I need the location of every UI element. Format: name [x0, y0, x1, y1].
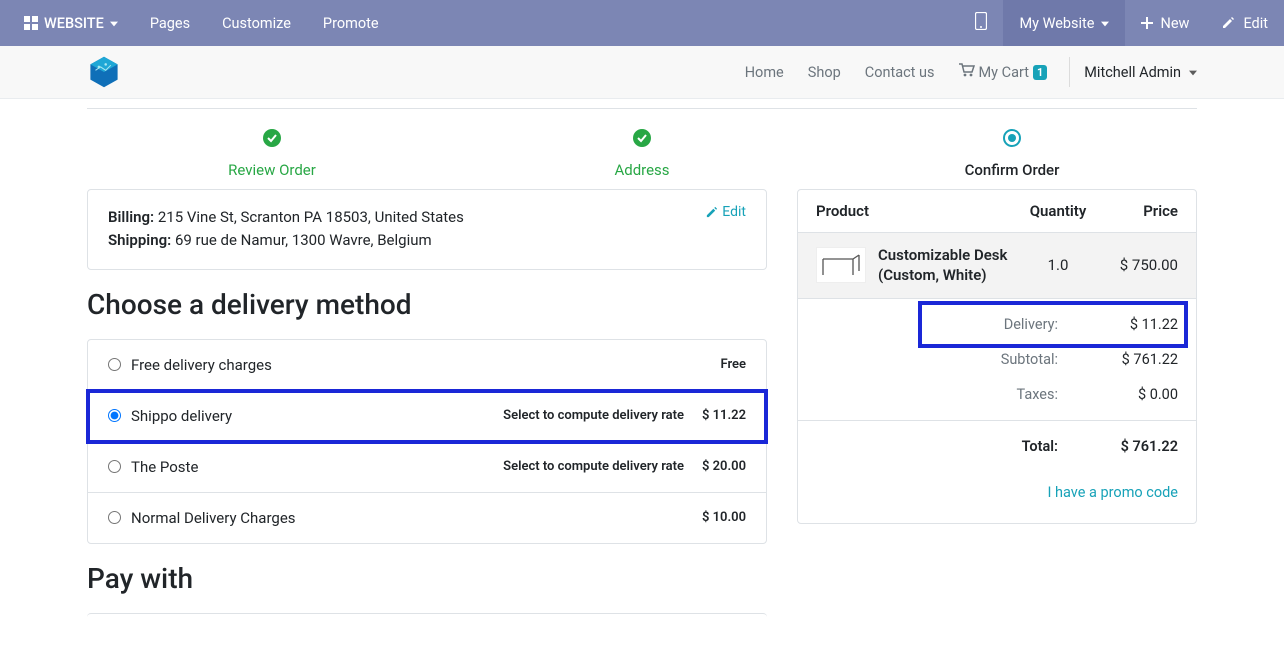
nav-shop[interactable]: Shop	[796, 56, 853, 89]
delivery-radio[interactable]	[108, 511, 121, 524]
customize-menu[interactable]: Customize	[206, 0, 307, 46]
cart-label: My Cart	[979, 64, 1029, 81]
grid-icon	[24, 16, 38, 30]
pages-menu[interactable]: Pages	[134, 0, 206, 46]
plus-icon	[1141, 17, 1153, 29]
delivery-radio[interactable]	[108, 460, 121, 473]
divider	[1069, 57, 1070, 87]
pay-with-title: Pay with	[87, 562, 767, 595]
checkout-wizard: Review Order Address Confirm Order	[87, 99, 1197, 189]
order-summary: Product Quantity Price Customizable Desk…	[797, 189, 1197, 524]
summary-line-item: Customizable Desk (Custom, White) 1.0 $ …	[798, 233, 1196, 299]
wizard-step-address[interactable]: Address	[457, 129, 827, 179]
pencil-icon	[1221, 16, 1235, 30]
delivery-option-shippo[interactable]: Shippo delivery Select to compute delive…	[88, 391, 766, 442]
product-thumbnail	[816, 247, 866, 283]
pencil-icon	[705, 206, 718, 219]
edit-address-link[interactable]: Edit	[705, 204, 746, 220]
user-name: Mitchell Admin	[1084, 64, 1181, 81]
delivery-radio[interactable]	[108, 409, 121, 422]
product-name: Customizable Desk (Custom, White)	[878, 245, 1018, 286]
nav-contact[interactable]: Contact us	[853, 56, 947, 89]
cart-badge: 1	[1033, 65, 1047, 80]
delivery-option-poste[interactable]: The Poste Select to compute delivery rat…	[88, 442, 766, 493]
pay-card-partial	[87, 613, 767, 617]
website-menu-label: WEBSITE	[44, 15, 104, 32]
wizard-step-confirm: Confirm Order	[827, 129, 1197, 179]
caret-down-icon	[110, 15, 118, 32]
address-card: Billing: 215 Vine St, Scranton PA 18503,…	[87, 189, 767, 270]
shipping-label: Shipping:	[108, 231, 171, 249]
shipping-value: 69 rue de Namur, 1300 Wavre, Belgium	[175, 231, 432, 249]
website-menu[interactable]: WEBSITE	[8, 0, 134, 46]
current-step-icon	[1003, 129, 1021, 147]
summary-total-row: Total: $ 761.22	[928, 429, 1178, 464]
delivery-methods: Free delivery charges Free Shippo delive…	[87, 339, 767, 544]
mobile-icon	[975, 12, 987, 34]
delivery-title: Choose a delivery method	[87, 288, 767, 321]
mobile-preview-button[interactable]	[959, 0, 1003, 46]
caret-down-icon	[1189, 64, 1197, 81]
cart-icon	[959, 63, 975, 81]
site-header: Home Shop Contact us My Cart 1 Mitchell …	[0, 46, 1284, 99]
summary-taxes-row: Taxes: $ 0.00	[928, 377, 1178, 412]
summary-subtotal-row: Subtotal: $ 761.22	[928, 342, 1178, 377]
delivery-option-free[interactable]: Free delivery charges Free	[88, 340, 766, 391]
mywebsite-menu[interactable]: My Website	[1003, 0, 1124, 46]
check-icon	[633, 129, 651, 147]
billing-value: 215 Vine St, Scranton PA 18503, United S…	[158, 208, 464, 226]
summary-header: Product Quantity Price	[798, 190, 1196, 233]
product-price: $ 750.00	[1098, 256, 1178, 274]
summary-delivery-row: Delivery: $ 11.22	[924, 307, 1182, 342]
product-qty: 1.0	[1018, 256, 1098, 274]
caret-down-icon	[1101, 15, 1109, 32]
admin-topbar: WEBSITE Pages Customize Promote My Websi…	[0, 0, 1284, 46]
promo-code-link[interactable]: I have a promo code	[1048, 484, 1179, 501]
billing-label: Billing:	[108, 208, 154, 226]
promo-section: I have a promo code	[798, 472, 1196, 523]
nav-home[interactable]: Home	[733, 56, 796, 89]
edit-button[interactable]: Edit	[1205, 0, 1284, 46]
main-nav: Home Shop Contact us My Cart 1 Mitchell …	[733, 55, 1197, 89]
delivery-option-normal[interactable]: Normal Delivery Charges $ 10.00	[88, 493, 766, 543]
user-menu[interactable]: Mitchell Admin	[1080, 56, 1197, 89]
delivery-radio[interactable]	[108, 358, 121, 371]
promote-menu[interactable]: Promote	[307, 0, 395, 46]
site-logo[interactable]	[87, 55, 121, 89]
nav-cart[interactable]: My Cart 1	[947, 55, 1060, 89]
check-icon	[263, 129, 281, 147]
new-button[interactable]: New	[1125, 0, 1206, 46]
wizard-step-review[interactable]: Review Order	[87, 129, 457, 179]
